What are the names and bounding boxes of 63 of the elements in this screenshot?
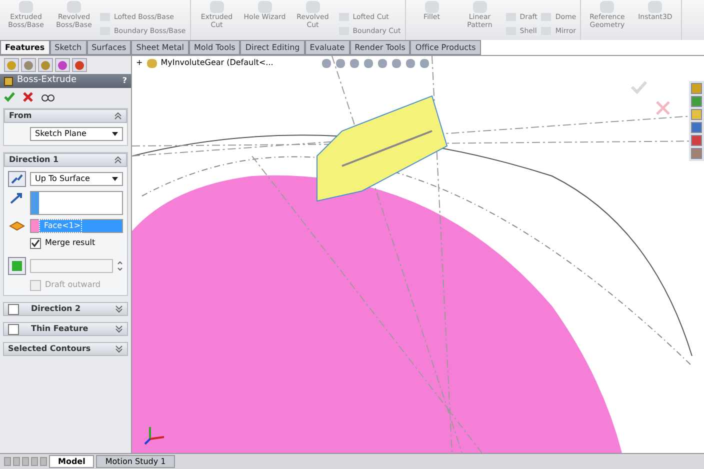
bottom-tab[interactable]: Model xyxy=(49,455,94,468)
task-pane-tab-icon[interactable] xyxy=(691,122,702,133)
end-condition-dropdown[interactable]: Up To Surface xyxy=(30,172,123,186)
manager-tab-icon[interactable] xyxy=(4,58,19,72)
section-title: Selected Contours xyxy=(8,343,92,355)
tab[interactable]: Sketch xyxy=(50,40,87,55)
tab[interactable]: Render Tools xyxy=(350,40,410,55)
reverse-direction-button[interactable] xyxy=(8,171,26,187)
expand-chevron-icon[interactable] xyxy=(115,325,123,333)
tab[interactable]: Office Products xyxy=(410,40,481,55)
manager-tab-icon[interactable] xyxy=(55,58,70,72)
expand-toggle[interactable]: + xyxy=(136,57,143,69)
tab[interactable]: Sheet Metal xyxy=(131,40,189,55)
bottom-tab[interactable]: Motion Study 1 xyxy=(96,455,175,468)
section-title: Thin Feature xyxy=(30,323,90,335)
section-header[interactable]: Selected Contours xyxy=(3,342,128,356)
section-header[interactable]: Thin Feature xyxy=(3,322,128,336)
tab[interactable]: Evaluate xyxy=(304,40,350,55)
draft-button[interactable] xyxy=(8,257,26,275)
section-title: From xyxy=(9,110,33,122)
collapse-chevron-icon[interactable] xyxy=(114,112,122,120)
panel-title: Boss-Extrude xyxy=(17,74,78,88)
axis-triad-icon xyxy=(144,425,166,445)
feature-icon xyxy=(4,76,13,86)
glasses-icon[interactable] xyxy=(41,92,55,102)
expand-chevron-icon[interactable] xyxy=(115,305,123,313)
feature-tree-root[interactable]: MyInvoluteGear (Default<... xyxy=(160,57,274,69)
section-header[interactable]: Direction 1 xyxy=(4,153,127,167)
ok-check-icon[interactable] xyxy=(4,92,15,102)
dropdown-caret-icon[interactable] xyxy=(112,132,118,136)
face-icon xyxy=(8,220,26,232)
draft-outward-label: Draft outward xyxy=(45,279,100,291)
tab[interactable]: Direct Editing xyxy=(240,40,305,55)
task-pane-tab-icon[interactable] xyxy=(691,109,702,120)
draft-angle-field[interactable] xyxy=(30,259,113,273)
expand-chevron-icon[interactable] xyxy=(115,345,123,353)
tab[interactable]: Surfaces xyxy=(86,40,132,55)
checkbox[interactable] xyxy=(30,238,41,248)
section-header[interactable]: Direction 2 xyxy=(3,302,128,316)
manager-tab-icon[interactable] xyxy=(38,58,53,72)
section-title: Direction 1 xyxy=(9,154,60,166)
section-title: Direction 2 xyxy=(30,303,82,315)
spin-arrows-icon[interactable] xyxy=(117,260,123,272)
task-pane-tab-icon[interactable] xyxy=(691,83,702,94)
task-pane-tab-icon[interactable] xyxy=(691,135,702,146)
dropdown-caret-icon[interactable] xyxy=(112,177,118,181)
checkbox[interactable] xyxy=(8,324,19,334)
section-header[interactable]: From xyxy=(4,109,127,123)
confirm-check-icon[interactable] xyxy=(630,80,648,94)
part-icon xyxy=(146,58,157,68)
merge-result-label: Merge result xyxy=(45,237,96,249)
collapse-chevron-icon[interactable] xyxy=(114,156,122,164)
start-condition-dropdown[interactable]: Sketch Plane xyxy=(30,127,123,141)
tab[interactable]: Mold Tools xyxy=(189,40,240,55)
help-button[interactable]: ? xyxy=(122,75,127,87)
manager-tab-icon[interactable] xyxy=(72,58,87,72)
tab[interactable]: Features xyxy=(0,40,50,55)
manager-tab-icon[interactable] xyxy=(21,58,36,72)
checkbox[interactable] xyxy=(8,304,19,314)
checkbox[interactable] xyxy=(30,280,41,290)
direction-field[interactable] xyxy=(30,191,123,215)
cancel-x-icon[interactable] xyxy=(23,92,33,102)
close-icon[interactable] xyxy=(656,101,670,115)
